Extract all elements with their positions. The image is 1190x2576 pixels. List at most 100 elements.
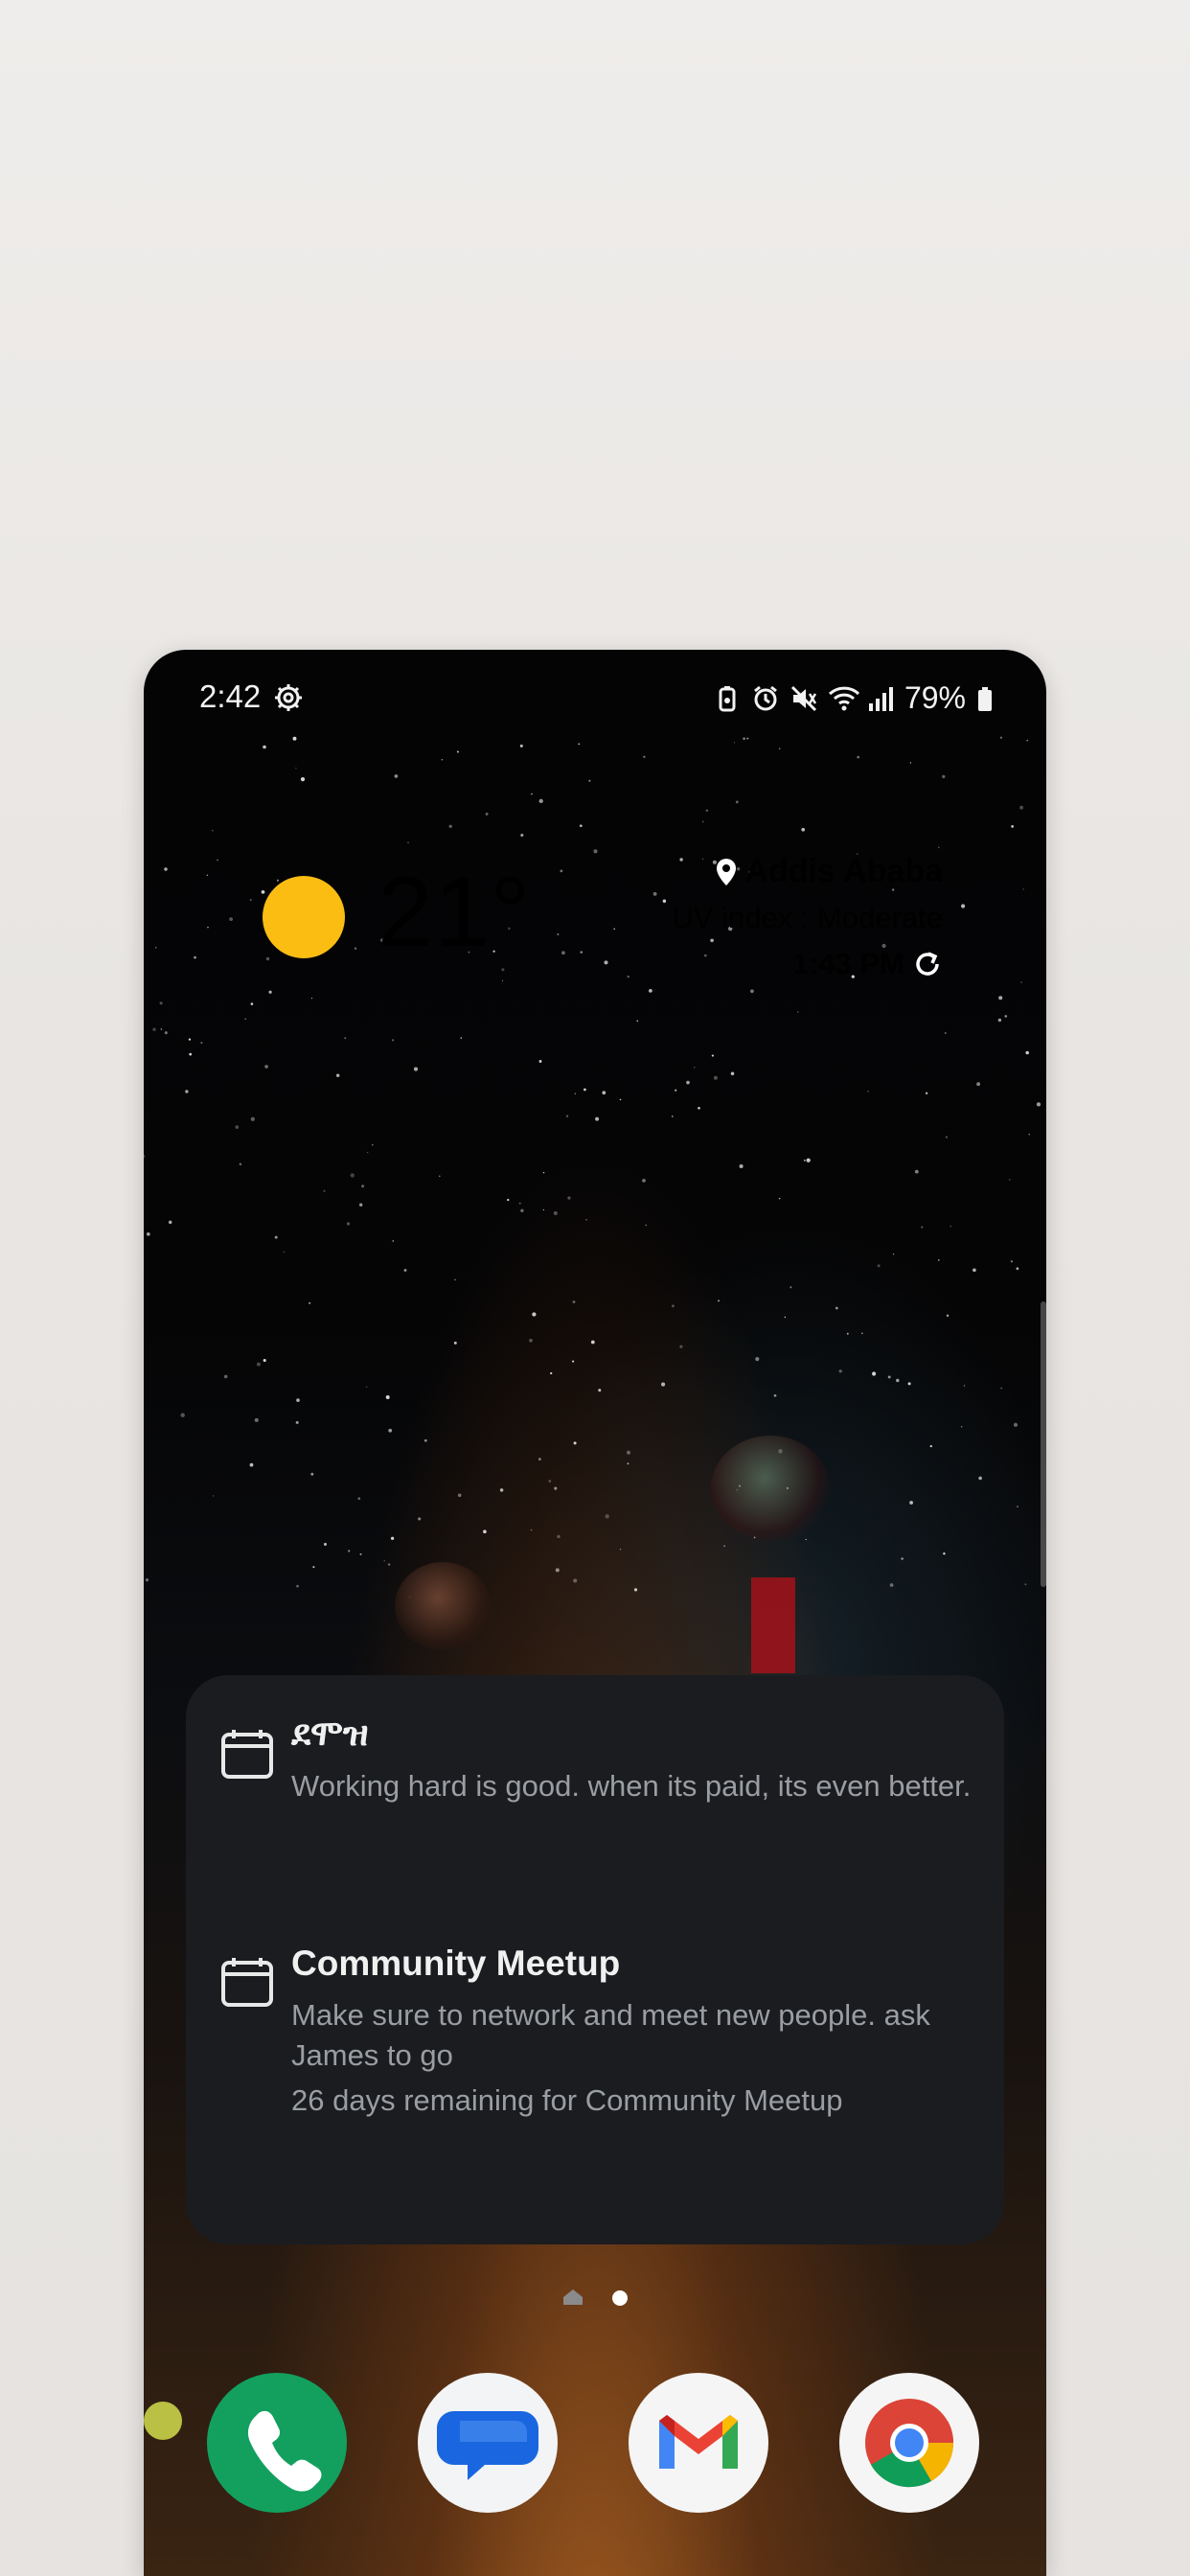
star bbox=[867, 1091, 869, 1092]
star bbox=[309, 1301, 311, 1304]
messages-app-icon[interactable] bbox=[418, 2373, 558, 2513]
star bbox=[909, 1501, 913, 1505]
star bbox=[778, 748, 781, 750]
star bbox=[448, 824, 452, 828]
star bbox=[710, 938, 714, 943]
star bbox=[588, 779, 591, 782]
star bbox=[312, 1566, 315, 1569]
star bbox=[159, 1001, 163, 1005]
star bbox=[806, 1158, 811, 1162]
star bbox=[532, 1312, 537, 1317]
star bbox=[229, 917, 233, 921]
star bbox=[295, 767, 297, 770]
star bbox=[254, 1417, 259, 1422]
star bbox=[501, 968, 505, 972]
star bbox=[686, 1080, 690, 1085]
star bbox=[1011, 825, 1014, 828]
star bbox=[180, 1413, 185, 1417]
star bbox=[268, 990, 272, 994]
home-page-indicator-icon[interactable] bbox=[562, 2288, 584, 2306]
star bbox=[1026, 739, 1028, 742]
chrome-app-icon[interactable] bbox=[839, 2373, 979, 2513]
star bbox=[520, 1208, 524, 1212]
star bbox=[168, 1220, 172, 1225]
star bbox=[877, 1264, 881, 1268]
star bbox=[366, 1151, 369, 1154]
star bbox=[144, 1155, 146, 1158]
star bbox=[388, 1428, 393, 1433]
star bbox=[743, 737, 745, 741]
reminders-widget[interactable]: ደሞዝ Working hard is good. when its paid,… bbox=[186, 1675, 1004, 2244]
star bbox=[1010, 1260, 1014, 1263]
reminder-title: ደሞዝ bbox=[291, 1714, 369, 1753]
phone-app-icon[interactable] bbox=[207, 2373, 347, 2513]
star bbox=[418, 1517, 422, 1521]
star bbox=[679, 858, 683, 862]
star bbox=[694, 1067, 696, 1069]
star bbox=[359, 1203, 363, 1207]
reminder-text: Make sure to network and meet new people… bbox=[291, 1998, 930, 2072]
star bbox=[519, 744, 523, 748]
star bbox=[711, 1054, 714, 1057]
star bbox=[292, 736, 297, 741]
star bbox=[276, 879, 279, 882]
star bbox=[960, 1425, 963, 1428]
page-dot-current[interactable] bbox=[612, 2290, 628, 2306]
refresh-icon[interactable] bbox=[912, 949, 943, 979]
star bbox=[296, 1584, 299, 1588]
star bbox=[907, 1382, 911, 1386]
star bbox=[483, 1530, 487, 1534]
phone-screen: 2:42 79% 21° Addis Ababa UV index: Mode… bbox=[144, 650, 1046, 2576]
signal-icon bbox=[866, 684, 895, 713]
star bbox=[937, 1259, 940, 1261]
star bbox=[520, 833, 524, 838]
star bbox=[746, 737, 749, 740]
mute-icon bbox=[790, 684, 818, 713]
star bbox=[249, 898, 252, 902]
star bbox=[555, 1568, 560, 1573]
star bbox=[423, 1438, 427, 1442]
star bbox=[391, 1039, 395, 1042]
wind-chime-decoration bbox=[711, 1436, 830, 1541]
edge-panel-handle[interactable] bbox=[1041, 1301, 1046, 1587]
star bbox=[207, 926, 209, 929]
star bbox=[672, 1304, 675, 1308]
star bbox=[223, 1374, 228, 1379]
star bbox=[538, 798, 543, 804]
star bbox=[945, 1136, 949, 1138]
weather-location: Addis Ababa bbox=[716, 853, 943, 890]
gmail-app-icon[interactable] bbox=[629, 2373, 768, 2513]
star bbox=[643, 755, 646, 758]
star bbox=[1013, 1422, 1018, 1427]
star bbox=[801, 827, 806, 832]
star bbox=[613, 928, 615, 930]
star bbox=[872, 1371, 877, 1376]
star bbox=[773, 1393, 777, 1397]
star bbox=[553, 1210, 558, 1216]
calendar-icon bbox=[221, 1958, 273, 2007]
star bbox=[946, 1314, 950, 1317]
star bbox=[1036, 1102, 1041, 1107]
star bbox=[413, 1067, 419, 1071]
sun-icon bbox=[263, 876, 345, 958]
star bbox=[944, 1032, 947, 1034]
star bbox=[206, 874, 209, 877]
star bbox=[239, 1162, 242, 1166]
star bbox=[357, 1497, 361, 1501]
star bbox=[636, 1020, 639, 1023]
weather-updated-time: 1:43 PM bbox=[791, 947, 904, 980]
star bbox=[1028, 1134, 1030, 1136]
star bbox=[598, 1389, 602, 1392]
star bbox=[372, 1143, 374, 1146]
star bbox=[557, 1534, 561, 1539]
star bbox=[457, 1493, 462, 1498]
star bbox=[578, 743, 581, 746]
star bbox=[585, 1218, 587, 1221]
star bbox=[249, 1462, 254, 1467]
star bbox=[750, 989, 754, 994]
wind-chime-strip bbox=[751, 1577, 795, 1673]
star bbox=[460, 1037, 463, 1039]
star bbox=[572, 1300, 576, 1303]
star bbox=[584, 1088, 586, 1092]
star bbox=[943, 1552, 946, 1555]
